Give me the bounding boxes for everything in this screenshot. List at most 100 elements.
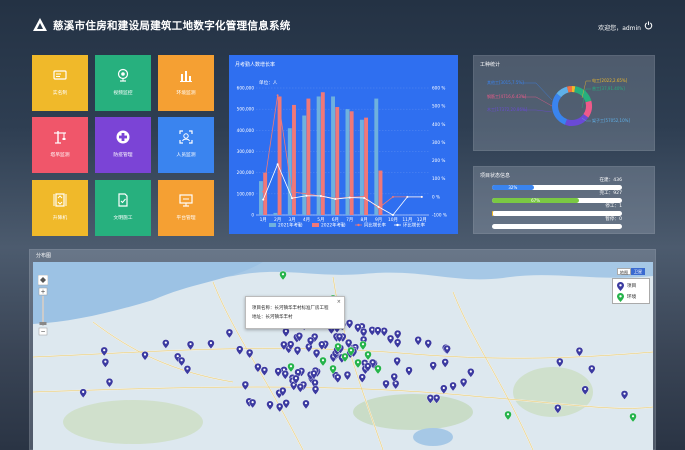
- project-marker[interactable]: [588, 364, 596, 375]
- project-marker[interactable]: [236, 345, 244, 356]
- map-zoom-control[interactable]: + −: [37, 274, 49, 337]
- project-marker[interactable]: [177, 356, 186, 367]
- project-marker[interactable]: [266, 400, 274, 411]
- project-marker[interactable]: [79, 388, 87, 398]
- project-marker[interactable]: [393, 338, 402, 349]
- project-marker[interactable]: [186, 340, 195, 351]
- marker-pin: [382, 379, 390, 390]
- environment-marker[interactable]: [504, 410, 512, 421]
- project-marker[interactable]: [345, 319, 354, 329]
- donut-segment[interactable]: [567, 86, 573, 93]
- project-marker[interactable]: [296, 383, 305, 393]
- tile-medical-cross[interactable]: 防疫管理: [95, 117, 151, 173]
- tile-id-card[interactable]: 实名制: [32, 55, 88, 111]
- popup-address-line: 地址：长河镇华丰村: [252, 314, 293, 320]
- project-marker[interactable]: [441, 358, 449, 368]
- environment-marker[interactable]: [359, 340, 367, 351]
- project-marker[interactable]: [359, 327, 368, 338]
- project-marker[interactable]: [311, 385, 320, 395]
- marker-dot: [289, 342, 292, 346]
- chart-legend-item[interactable]: 环比增长率: [394, 222, 426, 229]
- donut-segment[interactable]: [552, 93, 568, 125]
- project-marker[interactable]: [282, 399, 290, 409]
- project-marker[interactable]: [382, 379, 390, 390]
- project-marker[interactable]: [414, 336, 422, 346]
- marker-pin: [405, 366, 413, 376]
- logout-icon[interactable]: [644, 21, 653, 30]
- donut-segment[interactable]: [574, 86, 592, 103]
- project-marker[interactable]: [443, 344, 451, 355]
- marker-dot: [396, 359, 399, 362]
- zoom-slider-icon[interactable]: + −: [37, 274, 49, 337]
- tile-document-check[interactable]: 文明施工: [95, 180, 151, 236]
- project-marker[interactable]: [207, 339, 215, 350]
- environment-marker[interactable]: [364, 350, 372, 361]
- welcome-user[interactable]: 欢迎您，admin: [598, 23, 641, 32]
- project-marker[interactable]: [393, 329, 402, 340]
- tile-bar-chart[interactable]: 环境监测: [158, 55, 214, 111]
- project-marker[interactable]: [380, 327, 388, 337]
- project-marker[interactable]: [282, 327, 290, 338]
- environment-marker[interactable]: [319, 356, 327, 367]
- donut-segment[interactable]: [564, 113, 589, 126]
- tile-camera[interactable]: 视频监控: [95, 55, 151, 111]
- environment-marker[interactable]: [279, 270, 287, 281]
- project-marker[interactable]: [293, 346, 302, 356]
- project-marker[interactable]: [405, 366, 413, 376]
- project-marker[interactable]: [440, 384, 448, 395]
- project-marker[interactable]: [274, 367, 282, 377]
- tile-elevator[interactable]: 升降机: [32, 180, 88, 236]
- project-marker[interactable]: [620, 390, 629, 400]
- project-marker[interactable]: [459, 378, 468, 388]
- project-marker[interactable]: [248, 398, 257, 409]
- project-marker[interactable]: [386, 334, 395, 345]
- project-marker[interactable]: [575, 347, 584, 357]
- project-marker[interactable]: [101, 358, 110, 368]
- map-canvas[interactable]: [33, 262, 653, 450]
- project-marker[interactable]: [105, 378, 114, 388]
- project-marker[interactable]: [254, 363, 262, 373]
- environment-marker[interactable]: [287, 362, 295, 373]
- project-marker[interactable]: [467, 368, 475, 378]
- project-marker[interactable]: [162, 339, 170, 349]
- tile-monitor[interactable]: 平台管理: [158, 180, 214, 236]
- marker-dot: [407, 368, 411, 371]
- satellite-type-button[interactable]: 卫星: [631, 268, 645, 275]
- project-marker[interactable]: [343, 370, 352, 381]
- marker-dot: [189, 342, 192, 346]
- project-marker[interactable]: [334, 373, 342, 384]
- environment-marker[interactable]: [354, 358, 362, 369]
- bar-chart-icon: [180, 71, 192, 82]
- project-marker[interactable]: [183, 365, 192, 375]
- project-marker[interactable]: [241, 380, 250, 391]
- donut-segment[interactable]: [583, 100, 592, 118]
- project-marker[interactable]: [393, 356, 401, 367]
- project-marker[interactable]: [281, 370, 289, 380]
- donut-segment[interactable]: [556, 86, 569, 98]
- close-icon[interactable]: ×: [337, 299, 341, 305]
- marker-pin: [449, 381, 457, 392]
- project-marker[interactable]: [424, 339, 432, 349]
- bar-2021: [316, 96, 321, 215]
- bar-2021: [331, 96, 335, 215]
- environment-marker[interactable]: [374, 364, 382, 375]
- marker-dot: [371, 361, 374, 364]
- project-marker[interactable]: [312, 349, 321, 359]
- project-marker[interactable]: [374, 326, 382, 337]
- tile-label: 人员监测: [176, 153, 196, 158]
- project-marker[interactable]: [556, 357, 564, 368]
- map-type-button[interactable]: 地图: [617, 268, 631, 275]
- marker-dot: [361, 375, 364, 378]
- project-marker[interactable]: [449, 381, 457, 392]
- project-marker[interactable]: [391, 379, 400, 390]
- environment-marker[interactable]: [629, 412, 637, 423]
- project-marker[interactable]: [225, 328, 234, 339]
- project-marker[interactable]: [302, 399, 310, 410]
- tile-face-scan[interactable]: 人员监测: [158, 117, 214, 173]
- tile-tower-crane[interactable]: 塔吊监测: [32, 117, 88, 173]
- distribution-map[interactable]: [33, 262, 653, 450]
- bar-2022: [349, 111, 354, 215]
- project-marker[interactable]: [141, 351, 149, 361]
- progress-track: 67%: [492, 198, 622, 203]
- project-marker[interactable]: [429, 361, 437, 371]
